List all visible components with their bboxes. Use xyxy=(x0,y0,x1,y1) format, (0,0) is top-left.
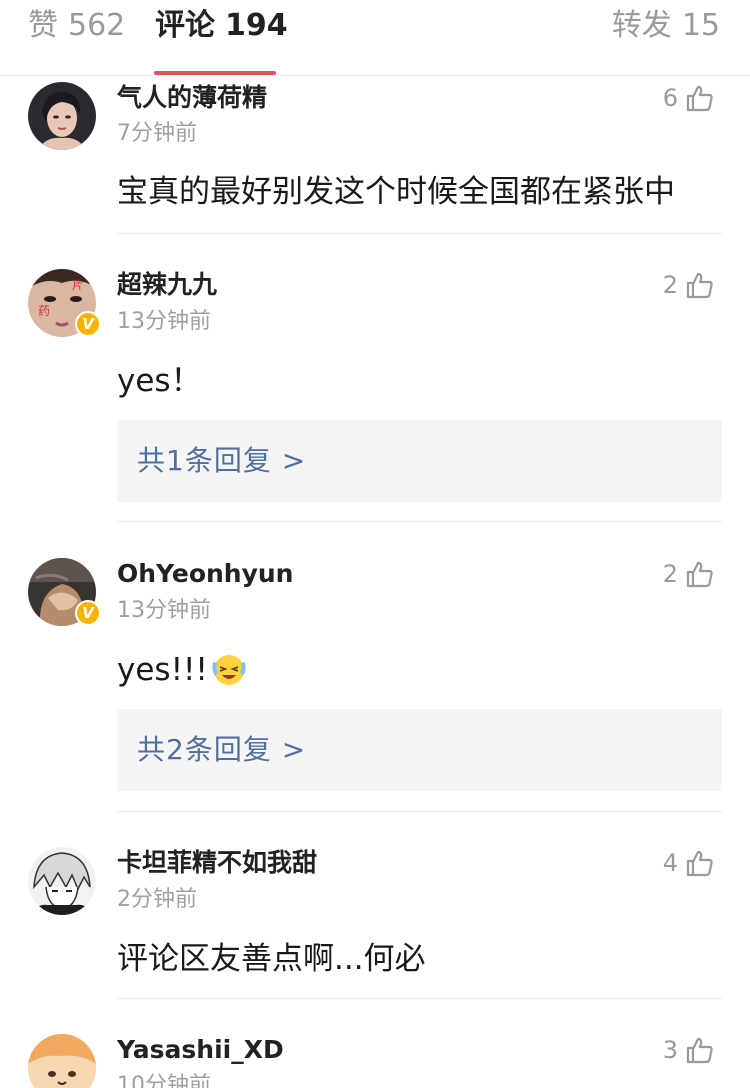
thumbs-up-icon xyxy=(686,84,714,112)
verified-badge-icon: V xyxy=(75,600,101,626)
replies-link[interactable]: 共2条回复 > xyxy=(117,709,722,791)
replies-link[interactable]: 共1条回复 > xyxy=(117,420,722,502)
divider xyxy=(117,811,722,812)
username[interactable]: OhYeonhyun xyxy=(117,558,293,590)
username[interactable]: 气人的薄荷精 xyxy=(117,82,267,114)
thumbs-up-icon xyxy=(686,271,714,299)
comment-time: 13分钟前 xyxy=(117,598,211,623)
tab-likes-label: 赞 xyxy=(28,8,58,43)
tab-comments-label: 评论 xyxy=(155,8,215,43)
comment-time: 13分钟前 xyxy=(117,309,211,334)
comment-text: 宝真的最好别发这个时候全国都在紧张中 xyxy=(117,174,675,210)
tab-likes-count: 562 xyxy=(68,8,126,43)
comment-text: yes！ xyxy=(117,363,202,399)
thumbs-up-icon xyxy=(686,1036,714,1064)
divider xyxy=(117,233,722,234)
comment-text: yes!!! xyxy=(117,650,248,698)
avatar[interactable] xyxy=(28,1034,96,1088)
verified-badge-icon: V xyxy=(75,311,101,337)
comment-text-content: yes!!! xyxy=(117,652,208,688)
comment-time: 10分钟前 xyxy=(117,1073,211,1088)
replies-label: 共1条回复 > xyxy=(137,444,307,477)
username[interactable]: Yasashii_XD xyxy=(117,1034,284,1066)
username[interactable]: 超辣九九 xyxy=(117,269,217,301)
like-button[interactable]: 2 xyxy=(663,557,714,591)
svg-text:片: 片 xyxy=(72,279,83,292)
comment-tabs: 赞 562 评论 194 转发 15 xyxy=(0,0,750,76)
like-count: 2 xyxy=(662,271,678,299)
tab-reposts[interactable]: 转发 15 xyxy=(612,8,720,44)
like-button[interactable]: 2 xyxy=(663,268,714,302)
tab-comments[interactable]: 评论 194 xyxy=(155,8,288,44)
username[interactable]: 卡坦菲精不如我甜 xyxy=(117,847,317,879)
like-count: 4 xyxy=(662,849,678,877)
svg-text:药: 药 xyxy=(38,304,50,318)
laughing-crying-emoji-icon xyxy=(210,650,248,698)
like-button[interactable]: 6 xyxy=(663,81,714,115)
comment-time: 7分钟前 xyxy=(117,121,197,146)
tab-likes[interactable]: 赞 562 xyxy=(28,8,125,44)
like-count: 2 xyxy=(662,560,678,588)
like-count: 6 xyxy=(662,84,678,112)
thumbs-up-icon xyxy=(686,560,714,588)
tab-reposts-label: 转发 xyxy=(611,8,672,43)
avatar[interactable] xyxy=(28,847,96,915)
replies-label: 共2条回复 > xyxy=(137,733,307,766)
comment-time: 2分钟前 xyxy=(117,887,197,912)
divider xyxy=(117,521,722,522)
comment-text: 评论区友善点啊...何必 xyxy=(117,941,426,977)
like-button[interactable]: 3 xyxy=(663,1033,714,1067)
tab-comments-count: 194 xyxy=(225,8,288,43)
like-count: 3 xyxy=(662,1036,678,1064)
divider xyxy=(117,998,722,999)
active-tab-indicator xyxy=(154,71,276,75)
like-button[interactable]: 4 xyxy=(663,846,714,880)
thumbs-up-icon xyxy=(686,849,714,877)
tab-reposts-count: 15 xyxy=(681,8,720,43)
avatar[interactable] xyxy=(28,82,96,150)
